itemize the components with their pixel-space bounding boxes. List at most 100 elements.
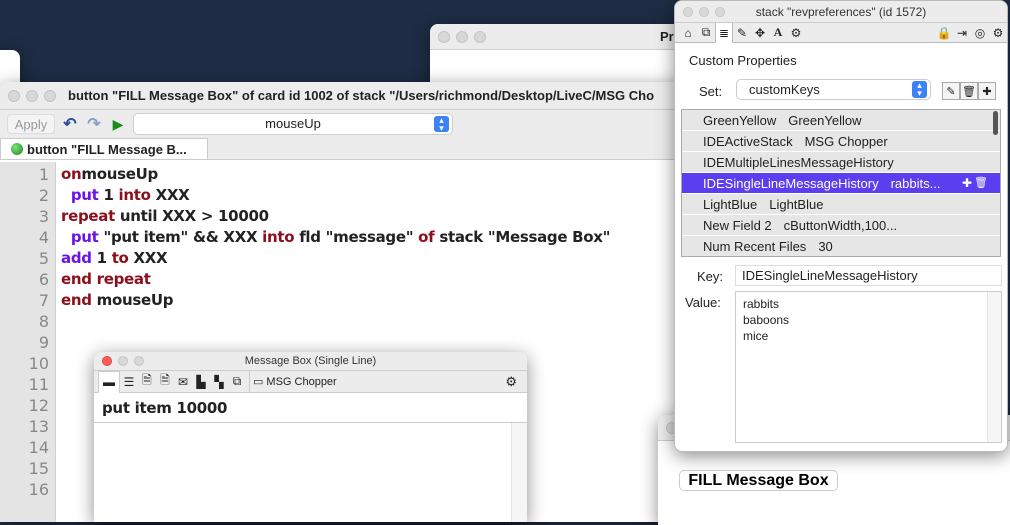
- message-watcher-icon[interactable]: ⧉: [228, 373, 246, 391]
- property-value: GreenYellow: [788, 113, 862, 128]
- list-item[interactable]: IDEActiveStack MSG Chopper: [682, 131, 1000, 152]
- line-number: 15: [28, 459, 49, 478]
- gear-icon[interactable]: ⚙: [989, 24, 1007, 42]
- code-line: onmouseUp: [61, 164, 610, 185]
- exit-icon[interactable]: ⇥: [953, 24, 971, 42]
- handler-select[interactable]: mouseUp ▴ ▾: [133, 113, 453, 135]
- property-key: New Field 2: [703, 218, 772, 233]
- move-icon[interactable]: ✥: [751, 24, 769, 42]
- tab-label: button "FILL Message B...: [27, 141, 187, 157]
- list-item[interactable]: LightBlue LightBlue: [682, 194, 1000, 215]
- back-scripts-icon[interactable]: ▚: [210, 373, 228, 391]
- globals-icon[interactable]: 🗎: [156, 373, 174, 391]
- line-gutter: 1 2 3 4 5 6 7 8 9 10 11 12 13 14 15 16: [0, 162, 56, 522]
- property-value: LightBlue: [769, 197, 824, 212]
- scrollbar[interactable]: [987, 292, 1001, 442]
- window-title: Message Box (Single Line): [244, 355, 377, 367]
- list-item[interactable]: IDESingleLineMessageHistory rabbits... ✚ 🗑: [682, 173, 1000, 194]
- command: put: [70, 186, 99, 204]
- minimize-button[interactable]: [26, 89, 38, 102]
- code-text: XXX: [150, 186, 190, 204]
- code-line: put 1 into XXX: [61, 185, 610, 206]
- lock-icon[interactable]: 🔒: [935, 24, 953, 42]
- global-vars-icon[interactable]: 🗎: [138, 373, 156, 391]
- message-box-window: Message Box (Single Line) ▬ ☰ 🗎 🗎 ✉ ▙ ▚ …: [94, 352, 527, 522]
- database-icon[interactable]: ≣: [715, 22, 733, 43]
- stack-window-icon: ▭: [253, 376, 264, 388]
- code-line: add 1 to XXX: [61, 248, 610, 269]
- message-results[interactable]: [94, 423, 527, 522]
- keyword: into: [262, 228, 295, 246]
- keyword: end: [61, 291, 92, 309]
- code-text: 1: [98, 186, 119, 204]
- text-icon[interactable]: A: [769, 24, 787, 42]
- key-field[interactable]: IDESingleLineMessageHistory: [735, 265, 1002, 286]
- front-scripts-icon[interactable]: ▙: [192, 373, 210, 391]
- value-line: baboons: [743, 313, 790, 327]
- property-value: MSG Chopper: [804, 134, 888, 149]
- code-text: 1: [91, 249, 112, 267]
- set-label: Set:: [699, 84, 723, 99]
- multi-line-icon[interactable]: ☰: [120, 373, 138, 391]
- target-stack-label[interactable]: MSG Chopper: [266, 376, 336, 388]
- keyword: repeat: [61, 207, 115, 225]
- gears-icon[interactable]: ⚙: [787, 24, 805, 42]
- scrollbar[interactable]: [511, 423, 527, 522]
- command: add: [61, 249, 92, 267]
- gear-icon[interactable]: ⚙: [505, 374, 517, 390]
- close-button[interactable]: [8, 89, 20, 102]
- zoom-button[interactable]: [44, 89, 56, 102]
- property-value: rabbits...: [890, 176, 941, 191]
- window-title: stack "revpreferences" (id 1572): [755, 4, 927, 19]
- home-icon[interactable]: ⌂: [679, 24, 697, 42]
- line-number: 8: [38, 312, 49, 331]
- copy-icon[interactable]: ⧉: [697, 24, 715, 42]
- run-icon[interactable]: ▶: [109, 115, 127, 133]
- pending-messages-icon[interactable]: ✉: [174, 373, 192, 391]
- line-number: 3: [38, 207, 49, 226]
- single-line-icon[interactable]: ▬: [98, 370, 120, 393]
- add-set-button[interactable]: ✚: [978, 82, 996, 100]
- properties-list[interactable]: GreenYellow GreenYellow IDEActiveStack MSG …: [681, 109, 1001, 257]
- line-number: 7: [38, 291, 49, 310]
- property-key: GreenYellow: [703, 113, 777, 128]
- chevron-updown-icon: ▴ ▾: [912, 81, 927, 98]
- apply-button[interactable]: Apply: [7, 114, 55, 134]
- line-number: 14: [28, 438, 49, 457]
- list-scrollbar[interactable]: [993, 111, 998, 135]
- window-title: button "FILL Message Box" of card id 100…: [68, 88, 655, 103]
- edit-set-button[interactable]: ✎: [942, 82, 960, 100]
- list-item[interactable]: Num Recent Files 30: [682, 236, 1000, 256]
- keyword: into: [118, 186, 151, 204]
- set-select[interactable]: customKeys ▴ ▾: [736, 79, 931, 100]
- line-number: 1: [38, 165, 49, 184]
- delete-row-icon[interactable]: 🗑: [974, 173, 988, 194]
- add-row-icon[interactable]: ✚: [962, 173, 972, 194]
- pencil-icon[interactable]: ✎: [733, 24, 751, 42]
- line-number: 10: [28, 354, 49, 373]
- code-text: fld "message": [294, 228, 419, 246]
- tab-script[interactable]: button "FILL Message B...: [0, 138, 208, 159]
- delete-set-button[interactable]: 🗑: [960, 82, 978, 100]
- property-inspector-window: stack "revpreferences" (id 1572) ⌂ ⧉ ≣ ✎…: [674, 0, 1008, 452]
- list-item[interactable]: New Field 2 cButtonWidth,100...: [682, 215, 1000, 236]
- property-key: LightBlue: [703, 197, 758, 212]
- code-text: "put item" && XXX: [98, 228, 263, 246]
- command: put: [70, 228, 99, 246]
- fill-message-box-button[interactable]: FILL Message Box: [679, 470, 838, 491]
- toolbar: Apply ↶ ↷ ▶ mouseUp ▴ ▾: [0, 110, 690, 138]
- redo-icon[interactable]: ↷: [85, 115, 103, 133]
- code-line: end mouseUp: [61, 290, 610, 311]
- list-item[interactable]: IDEMultipleLinesMessageHistory: [682, 152, 1000, 173]
- section-title: Custom Properties: [689, 53, 797, 68]
- undo-icon[interactable]: ↶: [61, 115, 79, 133]
- target-icon[interactable]: ◎: [971, 24, 989, 42]
- message-input[interactable]: put item 10000: [94, 393, 527, 423]
- keyword: on: [61, 165, 82, 183]
- set-select-value: customKeys: [749, 82, 820, 97]
- list-item[interactable]: GreenYellow GreenYellow: [682, 110, 1000, 131]
- line-number: 2: [38, 186, 49, 205]
- value-field[interactable]: rabbits baboons mice: [735, 291, 1002, 443]
- keyword: of: [418, 228, 435, 246]
